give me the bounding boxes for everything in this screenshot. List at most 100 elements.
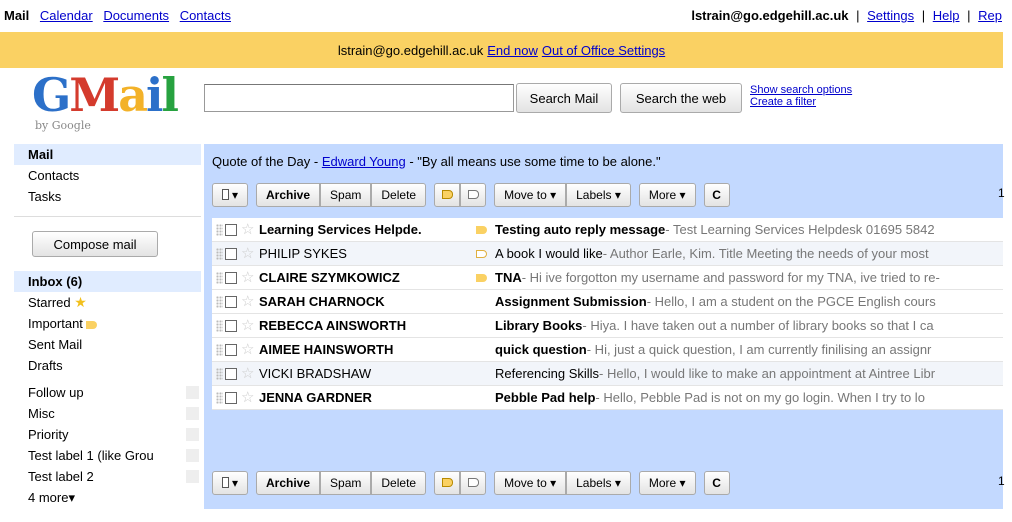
mark-not-important-button[interactable]: [460, 182, 487, 207]
sidebar-item-label[interactable]: Follow up: [14, 382, 201, 403]
star-icon[interactable]: ☆: [241, 342, 256, 357]
star-icon[interactable]: ☆: [241, 390, 256, 405]
spam-button[interactable]: Spam: [320, 182, 372, 207]
sidebar-item-important[interactable]: Important: [14, 313, 201, 334]
row-checkbox[interactable]: [225, 295, 237, 308]
star-icon[interactable]: ☆: [241, 294, 256, 309]
importance-marker[interactable]: [476, 273, 495, 282]
drag-handle-icon[interactable]: [216, 223, 223, 236]
drag-handle-icon[interactable]: [216, 295, 223, 308]
label-color-swatch[interactable]: [186, 386, 199, 399]
select-dropdown-button[interactable]: ▾: [212, 470, 248, 495]
table-row[interactable]: ☆ Learning Services Helpde. Testing auto r…: [212, 218, 1003, 242]
mark-not-important-button[interactable]: [460, 470, 487, 495]
label-color-swatch[interactable]: [186, 407, 199, 420]
drag-handle-icon[interactable]: [216, 271, 223, 284]
table-row[interactable]: ☆ SARAH CHARNOCK Assignment Submission - H…: [212, 290, 1003, 314]
sidebar-item-label[interactable]: Test label 1 (like Grou: [14, 445, 201, 466]
sidebar-item-label[interactable]: Misc: [14, 403, 201, 424]
row-checkbox[interactable]: [225, 271, 237, 284]
refresh-icon: C: [712, 475, 721, 490]
help-link[interactable]: Help: [933, 8, 960, 23]
row-checkbox[interactable]: [225, 367, 237, 380]
refresh-button[interactable]: C: [703, 470, 730, 495]
row-checkbox[interactable]: [225, 343, 237, 356]
sidebar-item-tasks[interactable]: Tasks: [14, 186, 201, 207]
compose-mail-button[interactable]: Compose mail: [32, 231, 158, 257]
table-row[interactable]: ☆ AIMEE HAINSWORTH quick question - Hi, ju…: [212, 338, 1003, 362]
sidebar-item-mail[interactable]: Mail: [14, 144, 201, 165]
drag-handle-icon[interactable]: [216, 367, 223, 380]
table-row[interactable]: ☆ VICKI BRADSHAW Referencing Skills - Hell…: [212, 362, 1003, 386]
drag-handle-icon[interactable]: [216, 247, 223, 260]
drag-handle-icon[interactable]: [216, 391, 223, 404]
sidebar-item-inbox[interactable]: Inbox (6): [14, 271, 201, 292]
app-link-contacts[interactable]: Contacts: [180, 8, 231, 23]
end-now-link[interactable]: End now: [487, 43, 538, 58]
row-checkbox[interactable]: [225, 391, 237, 404]
app-link-documents[interactable]: Documents: [103, 8, 169, 23]
quote-author-link[interactable]: Edward Young: [322, 154, 406, 169]
table-row[interactable]: ☆ CLAIRE SZYMKOWICZ TNA - Hi ive forgotton…: [212, 266, 1003, 290]
ooo-email: lstrain@go.edgehill.ac.uk: [337, 42, 484, 58]
table-row[interactable]: ☆ PHILIP SYKES A book I would like - Autho…: [212, 242, 1003, 266]
move-to-button[interactable]: Move to ▾: [494, 182, 567, 207]
drag-handle-icon[interactable]: [216, 319, 223, 332]
sidebar-item-drafts[interactable]: Drafts: [14, 355, 201, 376]
archive-button[interactable]: Archive: [256, 470, 321, 495]
star-icon[interactable]: ☆: [241, 270, 256, 285]
separator: |: [967, 8, 971, 23]
mark-important-button[interactable]: [434, 470, 461, 495]
mark-important-button[interactable]: [434, 182, 461, 207]
table-row[interactable]: ☆ REBECCA AINSWORTH Library Books - Hiya. …: [212, 314, 1003, 338]
subject: Referencing Skills: [495, 366, 600, 381]
star-icon[interactable]: ☆: [241, 318, 256, 333]
create-filter-link[interactable]: Create a filter: [750, 96, 852, 108]
more-button[interactable]: More ▾: [638, 182, 696, 207]
show-search-options-link[interactable]: Show search options: [750, 84, 852, 96]
settings-link[interactable]: Settings: [867, 8, 914, 23]
refresh-button[interactable]: C: [703, 182, 730, 207]
star-icon[interactable]: ☆: [241, 222, 256, 237]
search-input[interactable]: [204, 84, 514, 112]
row-checkbox[interactable]: [225, 319, 237, 332]
spam-button[interactable]: Spam: [320, 470, 372, 495]
table-row[interactable]: ☆ JENNA GARDNER Pebble Pad help - Hello, P…: [212, 386, 1003, 410]
drag-handle-icon[interactable]: [216, 343, 223, 356]
delete-button[interactable]: Delete: [371, 182, 427, 207]
labels-button[interactable]: Labels ▾: [566, 470, 631, 495]
sidebar-item-contacts[interactable]: Contacts: [14, 165, 201, 186]
star-icon[interactable]: ☆: [241, 246, 256, 261]
gmail-logo[interactable]: GMail by Google: [32, 72, 179, 134]
snippet: - Hi, just a quick question, I am curren…: [586, 342, 932, 357]
importance-marker[interactable]: [476, 249, 495, 258]
label-color-swatch[interactable]: [186, 449, 199, 462]
sidebar-item-sent[interactable]: Sent Mail: [14, 334, 201, 355]
importance-group: [434, 470, 487, 495]
bottom-toolbar: ▾ Archive Spam Delete Move to ▾ Labels ▾…: [212, 469, 1005, 496]
archive-button[interactable]: Archive: [256, 182, 321, 207]
search-mail-button[interactable]: Search Mail: [516, 83, 612, 113]
search-web-button[interactable]: Search the web: [620, 83, 742, 113]
importance-marker[interactable]: [476, 225, 495, 234]
ooo-settings-link[interactable]: Out of Office Settings: [542, 43, 665, 58]
sidebar-item-label[interactable]: Test label 2: [14, 466, 201, 487]
row-checkbox[interactable]: [225, 247, 237, 260]
snippet: - Hello, Pebble Pad is not on my go logi…: [595, 390, 925, 405]
sidebar-item-starred[interactable]: Starred ★: [14, 292, 201, 313]
row-checkbox[interactable]: [225, 223, 237, 236]
sidebar-item-more-labels[interactable]: 4 more▾: [14, 487, 201, 508]
sidebar-item-label[interactable]: Priority: [14, 424, 201, 445]
star-icon[interactable]: ☆: [241, 366, 256, 381]
message-count: 1: [998, 474, 1005, 488]
move-to-button[interactable]: Move to ▾: [494, 470, 567, 495]
label-color-swatch[interactable]: [186, 428, 199, 441]
delete-button[interactable]: Delete: [371, 470, 427, 495]
label-color-swatch[interactable]: [186, 470, 199, 483]
report-link[interactable]: Rep: [978, 8, 1002, 23]
more-button[interactable]: More ▾: [638, 470, 696, 495]
select-dropdown-button[interactable]: ▾: [212, 182, 248, 207]
checkbox-icon: [222, 477, 229, 488]
labels-button[interactable]: Labels ▾: [566, 182, 631, 207]
app-link-calendar[interactable]: Calendar: [40, 8, 93, 23]
